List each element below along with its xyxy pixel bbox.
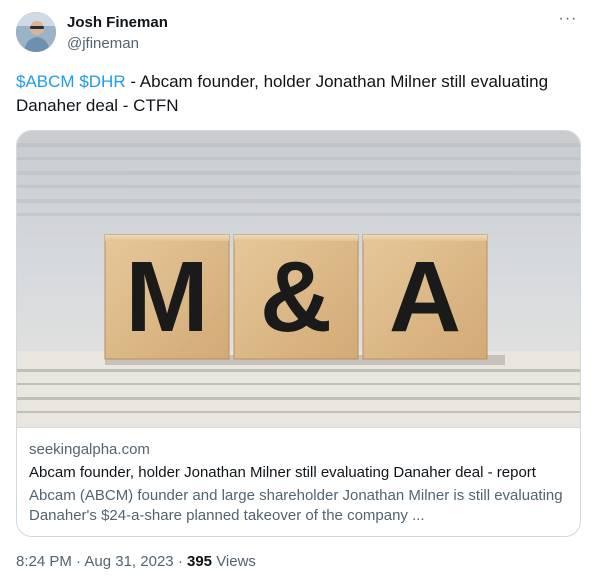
block-letter-ampersand: &	[260, 241, 332, 353]
block-letter-m: M	[125, 241, 208, 353]
card-meta: seekingalpha.com Abcam founder, holder J…	[29, 440, 569, 526]
cashtag-abcm[interactable]: $ABCM	[16, 72, 75, 91]
tweet-time[interactable]: 8:24 PM	[16, 553, 72, 570]
card-domain: seekingalpha.com	[29, 441, 150, 458]
author-block: Josh Fineman @jfineman	[67, 13, 168, 53]
views-count: 395	[186, 553, 213, 570]
more-horizontal-icon[interactable]: ···	[557, 10, 579, 32]
tweet: Josh Fineman @jfineman ··· $ABCM $DHR - …	[0, 0, 597, 583]
separator: ·	[76, 553, 82, 570]
avatar[interactable]	[16, 12, 56, 52]
tweet-footer: 8:24 PM · Aug 31, 2023 · 395 Views	[16, 552, 256, 572]
separator: ·	[177, 553, 183, 570]
tweet-text: $ABCM $DHR - Abcam founder, holder Jonat…	[16, 70, 576, 118]
card-description: Abcam (ABCM) founder and large sharehold…	[29, 487, 563, 524]
card-title[interactable]: Abcam founder, holder Jonathan Milner st…	[29, 463, 569, 483]
card-image[interactable]: M & A	[17, 131, 580, 428]
tweet-date[interactable]: Aug 31, 2023	[84, 553, 173, 570]
cashtag-dhr[interactable]: $DHR	[79, 72, 125, 91]
author-handle[interactable]: @jfineman	[67, 34, 168, 53]
author-name[interactable]: Josh Fineman	[67, 13, 168, 32]
link-card[interactable]: M & A seekingalpha.com Abcam founder, ho…	[16, 130, 581, 537]
block-letter-a: A	[389, 241, 461, 353]
views-label: Views	[216, 553, 256, 570]
